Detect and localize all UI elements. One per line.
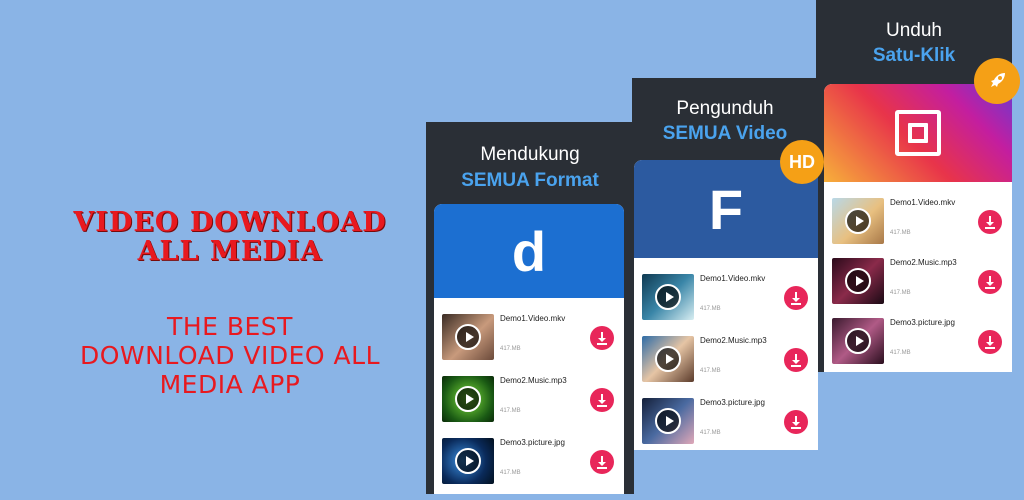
file-name: Demo1.Video.mkv [890,198,956,207]
file-name: Demo1.Video.mkv [700,274,766,283]
app-card: F Demo1.Video.mkv 417.MB Demo2.Music.mp3… [634,160,818,450]
video-thumbnail [642,398,694,444]
video-thumbnail [832,258,884,304]
download-button[interactable] [978,210,1002,234]
video-thumbnail [832,318,884,364]
play-icon[interactable] [845,328,871,354]
list-item[interactable]: Demo1.Video.mkv 417.MB [824,192,1012,252]
heading-line1: Pengunduh [676,98,774,119]
list-item[interactable]: Demo2.Music.mp3 417.MB [824,252,1012,312]
play-icon[interactable] [455,324,481,350]
play-icon[interactable] [455,448,481,474]
play-icon[interactable] [655,284,681,310]
phone-heading: Mendukung SEMUA Format [426,144,634,192]
download-button[interactable] [978,270,1002,294]
file-size: 417.MB [890,290,911,296]
instagram-logo-icon [895,110,941,156]
file-name: Demo2.Music.mp3 [500,376,567,385]
dailymotion-logo-icon: d [511,219,547,283]
play-icon[interactable] [845,268,871,294]
download-button[interactable] [784,410,808,434]
file-name: Demo2.Music.mp3 [700,336,767,345]
file-size: 417.MB [500,470,521,476]
play-icon[interactable] [845,208,871,234]
promo-subtitle-line3: MEDIA APP [159,370,301,399]
file-name: Demo1.Video.mkv [500,314,566,323]
heading-line2: SEMUA Video [662,123,788,144]
file-name: Demo3.picture.jpg [500,438,565,447]
heading-line1: Mendukung [480,144,580,165]
promo-subtitle-line1: THE BEST [167,312,293,341]
list-item[interactable]: Demo3.picture.jpg 417.MB [434,432,624,492]
file-size: 417.MB [890,230,911,236]
video-thumbnail [442,376,494,422]
phone-instagram: Unduh Satu-Klik Demo1.Video.mkv 417.MB D… [816,0,1012,372]
phone-dailymotion: Mendukung SEMUA Format d Demo1.Video.mkv… [426,122,634,494]
promo-title-line2: ALL MEDIA [137,236,323,267]
video-thumbnail [442,314,494,360]
promo-subtitle-line2: DOWNLOAD VIDEO ALL [79,341,381,370]
rocket-icon [991,73,1005,87]
download-button[interactable] [784,348,808,372]
play-icon[interactable] [455,386,481,412]
promo-title: VIDEO DOWNLOAD ALL MEDIA [40,208,420,266]
file-size: 417.MB [700,430,721,436]
file-size: 417.MB [500,346,521,352]
file-name: Demo3.picture.jpg [890,318,955,327]
list-item[interactable]: Demo2.Music.mp3 417.MB [434,370,624,430]
heading-line1: Unduh [886,20,942,41]
play-icon[interactable] [655,408,681,434]
file-name: Demo3.picture.jpg [700,398,765,407]
dailymotion-banner: d [434,204,624,298]
promo-subtitle: THE BEST DOWNLOAD VIDEO ALL MEDIA APP [40,312,420,399]
list-item[interactable]: Demo3.picture.jpg 417.MB [824,312,1012,372]
video-thumbnail [642,336,694,382]
file-size: 417.MB [700,306,721,312]
video-thumbnail [642,274,694,320]
heading-line2: SEMUA Format [461,170,599,191]
download-button[interactable] [590,326,614,350]
app-card: Demo1.Video.mkv 417.MB Demo2.Music.mp3 4… [824,84,1012,372]
rocket-badge-icon [974,58,1020,104]
file-name: Demo2.Music.mp3 [890,258,957,267]
facebook-logo-icon: F [708,177,744,241]
file-size: 417.MB [890,350,911,356]
video-thumbnail [442,438,494,484]
download-button[interactable] [590,450,614,474]
download-button[interactable] [590,388,614,412]
video-thumbnail [832,198,884,244]
app-card: d Demo1.Video.mkv 417.MB Demo2.Music.mp3… [434,204,624,494]
phone-heading: Unduh Satu-Klik [816,20,1012,67]
list-item[interactable]: Demo1.Video.mkv 417.MB [634,268,818,328]
phone-facebook: Pengunduh SEMUA Video F Demo1.Video.mkv … [632,78,818,450]
file-size: 417.MB [700,368,721,374]
hd-badge: HD [780,140,824,184]
phone-heading: Pengunduh SEMUA Video [632,98,818,145]
file-size: 417.MB [500,408,521,414]
download-button[interactable] [978,330,1002,354]
list-item[interactable]: Demo1.Video.mkv 417.MB [434,308,624,368]
play-icon[interactable] [655,346,681,372]
list-item[interactable]: Demo3.picture.jpg 417.MB [634,392,818,450]
download-button[interactable] [784,286,808,310]
promo-title-line1: VIDEO DOWNLOAD [73,207,387,238]
list-item[interactable]: Demo2.Music.mp3 417.MB [634,330,818,390]
